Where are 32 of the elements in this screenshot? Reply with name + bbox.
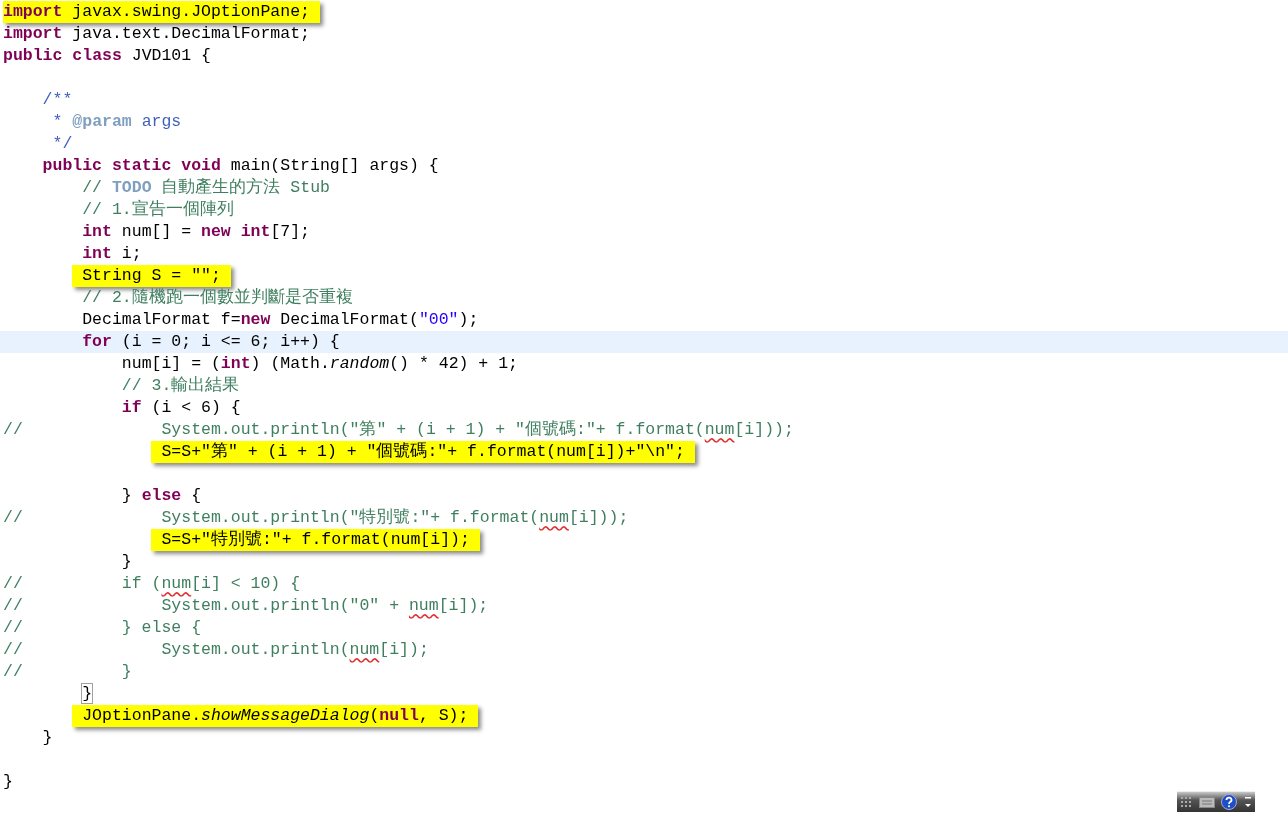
code-line: }: [82, 683, 93, 705]
code-line: int i;: [82, 243, 142, 265]
code-line: // 1.宣告一個陣列: [82, 199, 234, 221]
code-line: /**: [42, 89, 73, 111]
code-line: public class JVD101 {: [3, 45, 211, 67]
code-line: }: [3, 771, 13, 793]
code-line: DecimalFormat f=new DecimalFormat("00");: [82, 309, 479, 331]
code-line: // System.out.println(num[i]);: [3, 639, 429, 661]
code-line: // } else {: [3, 617, 202, 639]
code-line: int num[] = new int[7];: [82, 221, 310, 243]
code-line: num[i] = (int) (Math.random() * 42) + 1;: [121, 353, 518, 375]
code-line: if (i < 6) {: [121, 397, 241, 419]
code-line: // System.out.println("0" + num[i]);: [3, 595, 489, 617]
code-line: import java.text.DecimalFormat;: [3, 23, 310, 45]
code-line: } else {: [121, 485, 202, 507]
code-line: // System.out.println("特別號:"+ f.format(num[i]));: [3, 507, 629, 529]
code-line: // TODO 自動產生的方法 Stub: [82, 177, 330, 199]
code-line: */: [52, 133, 73, 155]
code-line: // }: [3, 661, 132, 683]
code-line: }: [42, 727, 53, 749]
code-line: // 2.隨機跑一個數並判斷是否重複: [82, 287, 353, 309]
code-line: // if (num[i] < 10) {: [3, 573, 301, 595]
keyboard-icon[interactable]: [1198, 796, 1215, 808]
caret-icon[interactable]: [1243, 796, 1252, 808]
help-icon[interactable]: [1221, 794, 1238, 810]
code-line: * @param args: [52, 111, 182, 133]
code-line: public static void main(String[] args) {: [42, 155, 439, 177]
code-line: // 3.輸出結果: [121, 375, 240, 397]
code-line: }: [121, 551, 132, 573]
code-line: // System.out.println("第" + (i + 1) + "個號碼:"+ f.format(num[i]));: [3, 419, 794, 441]
grid-icon[interactable]: [1180, 796, 1193, 808]
code-line: for (i = 0; i <= 6; i++) {: [82, 331, 340, 353]
